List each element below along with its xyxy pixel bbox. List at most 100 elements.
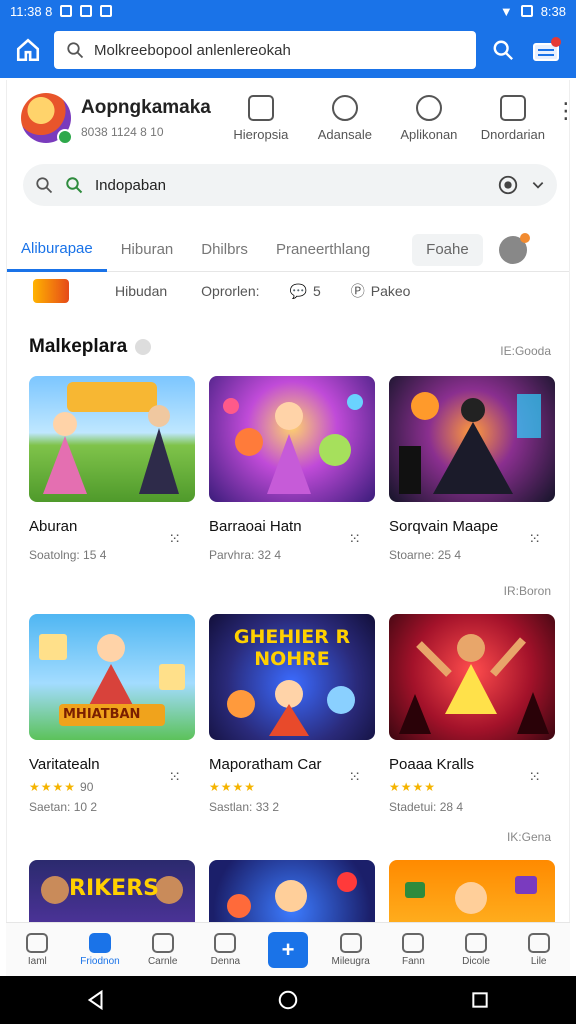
home-circle-icon xyxy=(278,990,298,1010)
quick-action-label: Dnordarian xyxy=(480,126,546,142)
card-meta: Stadetui: 28 4 xyxy=(389,800,464,814)
recents-button[interactable] xyxy=(460,980,500,1020)
message-icon xyxy=(80,5,93,17)
circle-p-icon: Ⓟ xyxy=(350,283,365,299)
nav-profile[interactable]: Lile xyxy=(507,932,570,967)
avatar[interactable] xyxy=(21,93,73,145)
nav-home[interactable]: Iaml xyxy=(6,932,69,967)
bottom-nav: Iaml Friodnon Carnle Denna + Mileugra Fa… xyxy=(6,922,570,976)
game-card[interactable]: RIKERS xyxy=(29,860,195,922)
game-card[interactable]: MHIATBAN Varitatealn ★★★★ 90 Saetan: 10 2… xyxy=(29,614,195,814)
url-bar[interactable]: Molkreebopool anlenlereokah xyxy=(54,31,476,69)
tab-1[interactable]: Aliburapae xyxy=(7,228,107,272)
nav-fann[interactable]: Fann xyxy=(382,932,445,967)
card-image xyxy=(209,860,375,922)
search-icon xyxy=(36,177,53,194)
card-image xyxy=(209,376,375,502)
game-card[interactable]: Barraoai Hatn Parvhra: 32 4 ⁙ xyxy=(209,376,375,562)
chevron-down-icon[interactable] xyxy=(531,178,545,192)
section-link-1[interactable]: IE:Gooda xyxy=(500,344,551,358)
url-text: Molkreebopool anlenlereokah xyxy=(94,41,291,59)
section-link-3[interactable]: IK:Gena xyxy=(507,830,551,844)
notification-icon xyxy=(60,5,73,17)
filter-1[interactable]: Hibudan xyxy=(115,283,167,299)
grid-menu-icon[interactable]: ⁙ xyxy=(168,768,181,786)
back-icon xyxy=(87,989,103,1011)
tab-3[interactable]: Dhilbrs xyxy=(187,228,262,272)
profile-name: Aopngkamaka xyxy=(81,97,211,118)
info-icon[interactable] xyxy=(135,339,152,355)
battery-icon xyxy=(520,5,533,17)
card-banner: MHIATBAN xyxy=(63,707,141,722)
game-card[interactable]: Poaaa Kralls ★★★★ Stadetui: 28 4 ⁙ xyxy=(389,614,555,814)
notification-icon xyxy=(339,932,362,953)
quick-action-4[interactable]: Dnordarian xyxy=(471,94,555,142)
clock-icon xyxy=(415,94,442,121)
back-button[interactable] xyxy=(76,980,116,1020)
search-green-icon xyxy=(66,177,83,194)
section-title: Malkeplara xyxy=(29,336,152,358)
recents-icon xyxy=(472,992,488,1008)
chat-icon: 💬 xyxy=(289,282,307,299)
game-card[interactable] xyxy=(389,860,555,922)
search-icon xyxy=(67,42,84,59)
filter-3[interactable]: 💬 5 xyxy=(290,283,321,300)
quick-action-label: Hieropsia xyxy=(233,126,289,142)
card-banner: RIKERS xyxy=(69,876,159,901)
card-image: RIKERS xyxy=(29,860,195,922)
upload-icon xyxy=(247,94,274,121)
home-system-button[interactable] xyxy=(268,980,308,1020)
grid-menu-icon[interactable]: ⁙ xyxy=(348,768,361,786)
more-vert-icon[interactable]: ⋮ xyxy=(555,98,569,124)
game-card[interactable]: GHEHIER R NOHRE Maporatham Car ★★★★ Sast… xyxy=(209,614,375,814)
grid-menu-icon[interactable]: ⁙ xyxy=(528,768,541,786)
game-card[interactable]: Aburan Soatolng: 15 4 ⁙ xyxy=(29,376,195,562)
profile-row: Aopngkamaka 8038 1124 8 10 Hieropsia Ada… xyxy=(7,80,569,156)
nav-denna[interactable]: Denna xyxy=(194,932,257,967)
profile-subtitle: 8038 1124 8 10 xyxy=(81,125,164,139)
nav-dicole[interactable]: Dicole xyxy=(445,932,508,967)
grid-menu-icon[interactable]: ⁙ xyxy=(168,530,181,548)
profile-badge-icon[interactable] xyxy=(498,232,530,264)
nav-add[interactable]: + xyxy=(257,931,320,968)
tab-bar: Aliburapae Hiburan Dhilbrs Praneerthlang… xyxy=(7,228,569,272)
search-button[interactable] xyxy=(486,33,520,67)
grid-menu-icon[interactable]: ⁙ xyxy=(528,530,541,548)
compass-icon xyxy=(214,932,237,953)
home-icon xyxy=(26,932,49,953)
tab-2[interactable]: Hiburan xyxy=(107,228,188,272)
quick-action-1[interactable]: Hieropsia xyxy=(219,94,303,142)
filter-logo[interactable] xyxy=(33,279,69,303)
card-meta: Stoarne: 25 4 xyxy=(389,548,462,562)
home-button[interactable] xyxy=(12,34,44,66)
chat-icon xyxy=(402,932,425,953)
game-card[interactable] xyxy=(209,860,375,922)
search-bar[interactable]: Indopaban xyxy=(23,164,557,206)
card-image xyxy=(389,860,555,922)
nav-games[interactable]: Carnle xyxy=(131,932,194,967)
card-meta: Soatolng: 15 4 xyxy=(29,548,107,562)
card-image: GHEHIER R NOHRE xyxy=(209,614,375,740)
card-image xyxy=(389,614,555,740)
filter-2[interactable]: Oprorlen: xyxy=(201,283,259,299)
section-link-2[interactable]: IR:Boron xyxy=(504,584,551,598)
home-icon xyxy=(16,38,40,62)
tab-pill[interactable]: Foahe xyxy=(412,233,483,266)
quick-action-label: Adansale xyxy=(317,126,372,142)
nav-mileugra[interactable]: Mileugra xyxy=(319,932,382,967)
quick-action-3[interactable]: Aplikonan xyxy=(387,94,471,142)
filter-4[interactable]: Ⓟ Pakeo xyxy=(351,281,411,301)
grid-menu-icon[interactable]: ⁙ xyxy=(348,530,361,548)
inbox-icon xyxy=(465,932,488,953)
game-card[interactable]: Sorqvain Maape Stoarne: 25 4 ⁙ xyxy=(389,376,555,562)
cart-button[interactable] xyxy=(530,33,564,67)
photo-icon xyxy=(100,5,113,17)
quick-action-label: Aplikonan xyxy=(400,126,458,142)
nav-apps[interactable]: Friodnon xyxy=(69,932,132,967)
battery-text: 8:38 xyxy=(540,3,566,19)
status-time: 11:38 8 xyxy=(10,3,53,19)
search-input[interactable]: Indopaban xyxy=(95,177,166,194)
target-icon[interactable] xyxy=(497,174,519,196)
quick-action-2[interactable]: Adansale xyxy=(303,94,387,142)
tab-4[interactable]: Praneerthlang xyxy=(262,228,384,272)
